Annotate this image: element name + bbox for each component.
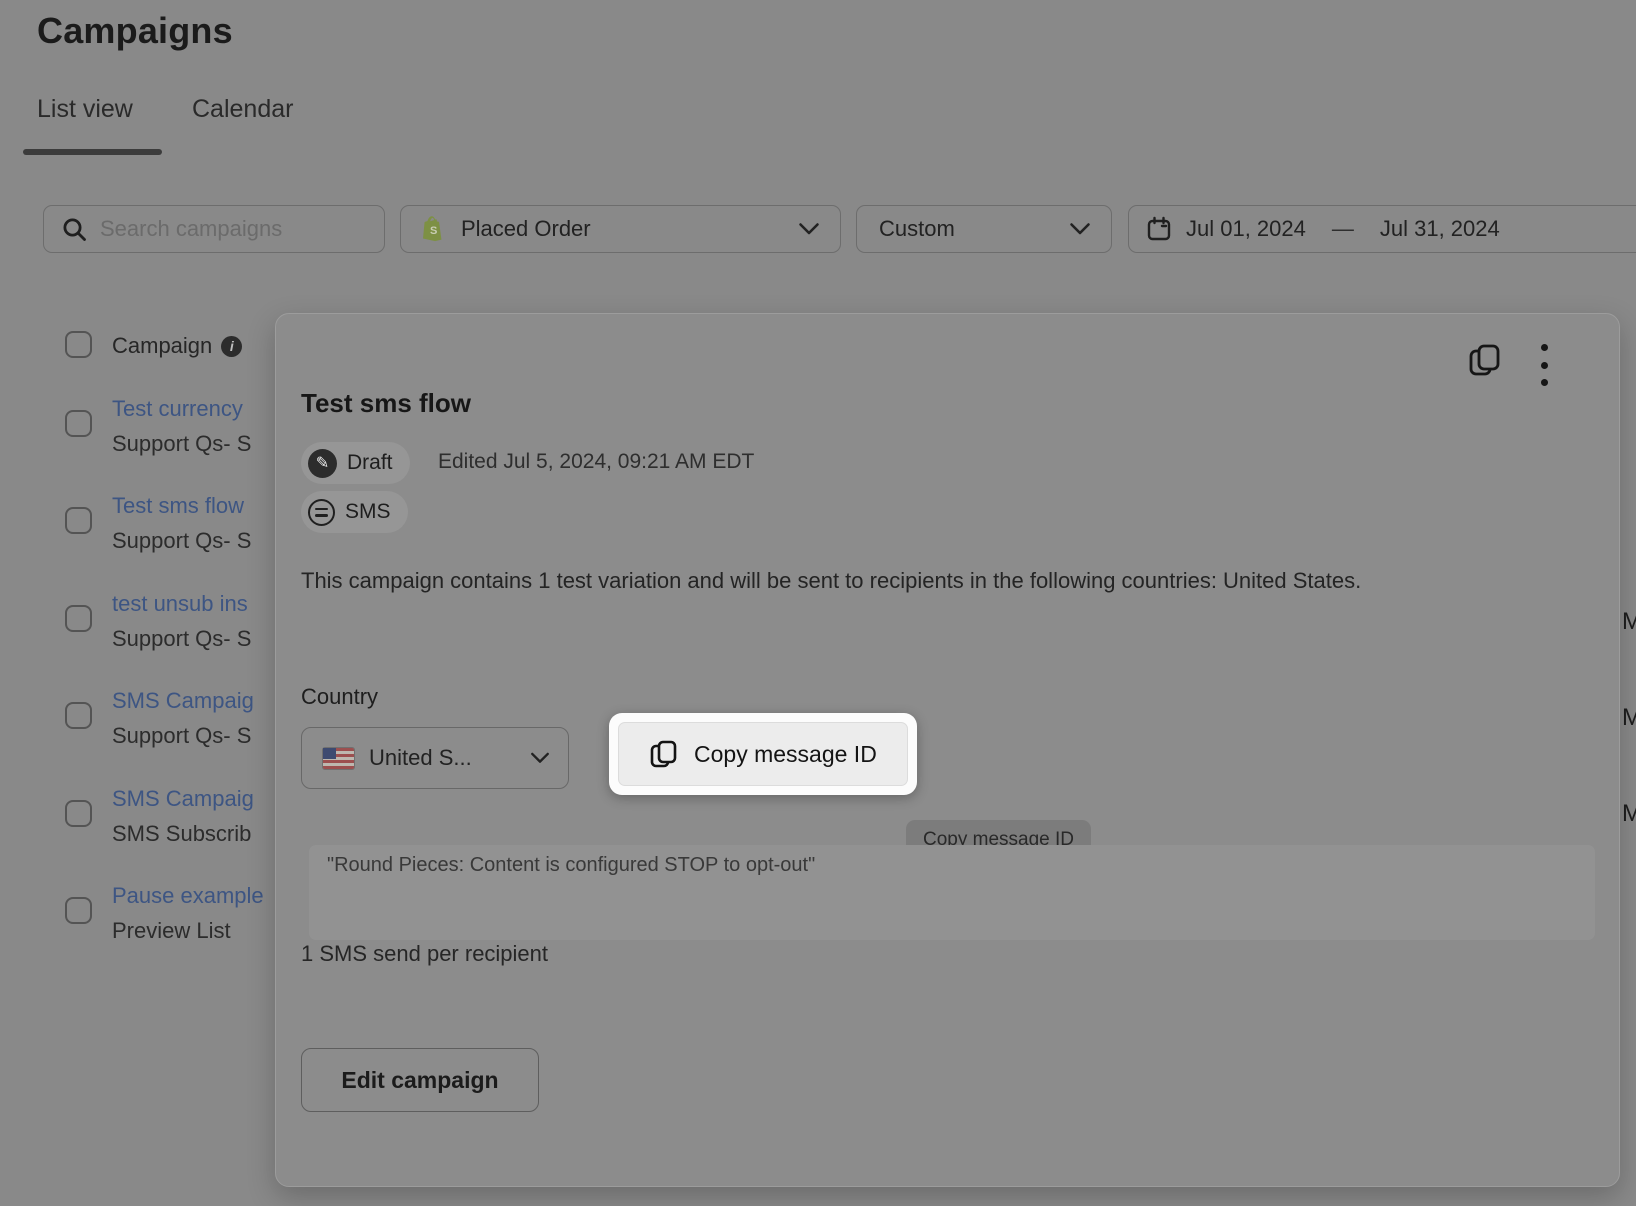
card-title: Test sms flow	[301, 388, 471, 419]
campaign-link[interactable]: test unsub ins	[112, 591, 248, 617]
campaign-detail-card: Test sms flow ✎ Draft Edited Jul 5, 2024…	[275, 313, 1620, 1187]
copy-message-id-label: Copy message ID	[694, 741, 877, 768]
tab-list-view[interactable]: List view	[37, 95, 133, 124]
kebab-menu-icon[interactable]	[1534, 342, 1554, 388]
copy-icon	[649, 738, 679, 770]
date-range-end: Jul 31, 2024	[1380, 216, 1500, 242]
country-select[interactable]: United S...	[301, 727, 569, 789]
campaign-subtitle: Support Qs- S	[112, 723, 251, 749]
row-checkbox[interactable]	[65, 702, 92, 729]
date-range-separator: —	[1320, 216, 1366, 242]
us-flag-icon	[323, 748, 354, 769]
message-preview-text: "Round Pieces: Content is configured STO…	[327, 854, 1577, 877]
campaign-link[interactable]: Test sms flow	[112, 493, 244, 519]
campaign-subtitle: Support Qs- S	[112, 528, 251, 554]
campaign-link[interactable]: Test currency	[112, 396, 243, 422]
search-box[interactable]	[43, 205, 385, 253]
row-checkbox[interactable]	[65, 410, 92, 437]
range-dropdown-label: Custom	[879, 216, 955, 242]
channel-badge-label: SMS	[345, 500, 391, 524]
info-icon[interactable]: i	[221, 336, 242, 357]
metric-dropdown-label: Placed Order	[461, 216, 591, 242]
campaign-column-header-label: Campaign	[112, 333, 212, 359]
copy-icon-button[interactable]	[1467, 340, 1505, 380]
pencil-icon: ✎	[308, 449, 337, 478]
clipped-text-fragment: M	[1622, 608, 1636, 636]
tab-calendar[interactable]: Calendar	[192, 95, 293, 124]
message-preview-panel: "Round Pieces: Content is configured STO…	[309, 845, 1595, 940]
campaign-subtitle: SMS Subscrib	[112, 821, 251, 847]
channel-badge: SMS	[301, 491, 408, 533]
status-badge: ✎ Draft	[301, 442, 410, 484]
active-tab-underline	[23, 149, 162, 155]
campaign-subtitle: Support Qs- S	[112, 431, 251, 457]
date-range-picker[interactable]: Jul 01, 2024 — Jul 31, 2024	[1128, 205, 1636, 253]
campaign-subtitle: Preview List	[112, 918, 231, 944]
edit-campaign-button[interactable]: Edit campaign	[301, 1048, 539, 1112]
calendar-icon	[1146, 216, 1172, 242]
send-info-text: 1 SMS send per recipient	[301, 941, 548, 967]
country-label: Country	[301, 684, 378, 710]
row-checkbox[interactable]	[65, 897, 92, 924]
search-icon	[61, 216, 88, 243]
campaign-link[interactable]: Pause example	[112, 883, 264, 909]
clipped-text-fragment: M	[1622, 704, 1636, 732]
campaign-subtitle: Support Qs- S	[112, 626, 251, 652]
status-badge-label: Draft	[347, 451, 393, 475]
campaigns-page: Campaigns List view Calendar S Placed Or…	[0, 0, 1636, 1206]
copy-message-id-button[interactable]: Copy message ID	[618, 722, 908, 786]
campaign-column-header: Campaign i	[112, 333, 242, 359]
chevron-down-icon	[798, 222, 820, 236]
chevron-down-icon	[530, 751, 550, 765]
copy-icon	[1467, 341, 1503, 379]
svg-text:S: S	[430, 225, 437, 237]
country-select-value: United S...	[369, 745, 472, 771]
sms-chat-icon	[308, 499, 335, 526]
row-checkbox[interactable]	[65, 605, 92, 632]
search-input[interactable]	[100, 216, 388, 242]
page-title: Campaigns	[37, 10, 233, 52]
edited-timestamp: Edited Jul 5, 2024, 09:21 AM EDT	[438, 450, 754, 474]
campaign-link[interactable]: SMS Campaig	[112, 786, 254, 812]
date-range-type-dropdown[interactable]: Custom	[856, 205, 1112, 253]
clipped-text-fragment: M	[1622, 800, 1636, 828]
chevron-down-icon	[1069, 222, 1091, 236]
spotlight-highlight: Copy message ID	[609, 713, 917, 795]
date-range-start: Jul 01, 2024	[1186, 216, 1306, 242]
shopify-icon: S	[423, 215, 448, 243]
select-all-checkbox[interactable]	[65, 331, 92, 358]
row-checkbox[interactable]	[65, 800, 92, 827]
row-checkbox[interactable]	[65, 507, 92, 534]
metric-dropdown[interactable]: S Placed Order	[400, 205, 841, 253]
card-description: This campaign contains 1 test variation …	[301, 563, 1461, 598]
campaign-link[interactable]: SMS Campaig	[112, 688, 254, 714]
